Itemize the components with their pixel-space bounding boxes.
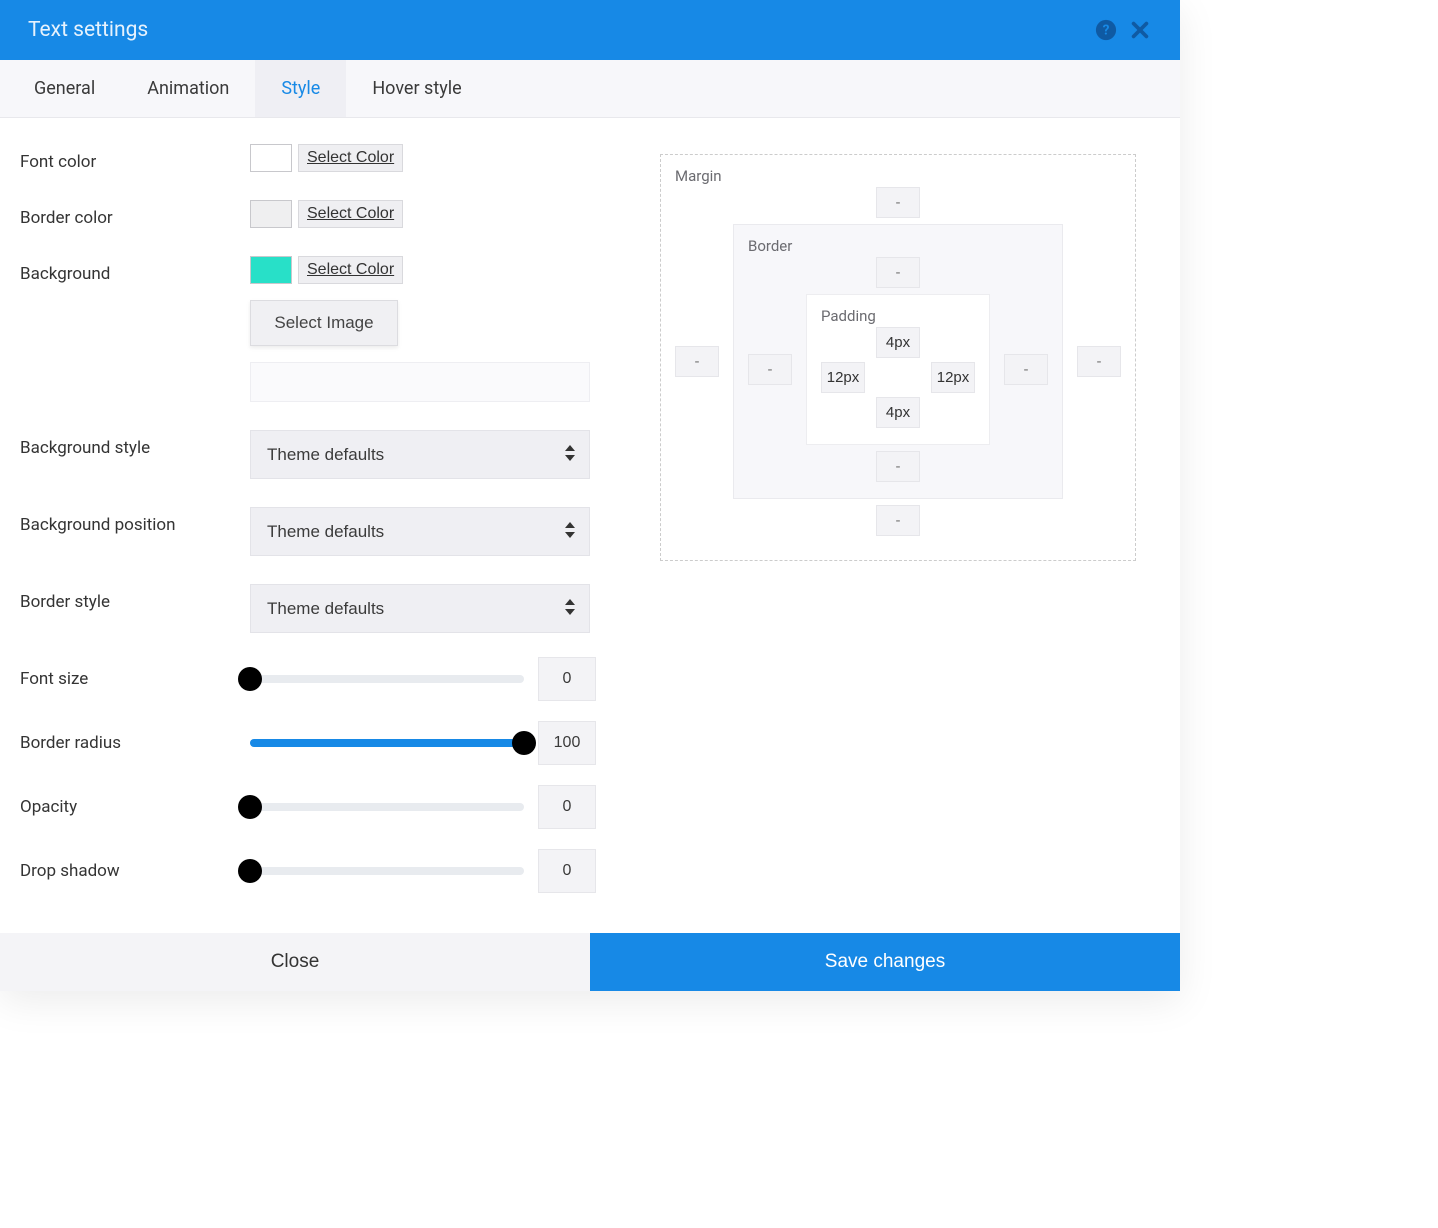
tab-hover-style[interactable]: Hover style bbox=[346, 60, 487, 117]
border-box: Border Padding bbox=[733, 224, 1063, 499]
font-size-slider-thumb[interactable] bbox=[238, 667, 262, 691]
border-style-select-wrap: Theme defaults bbox=[250, 584, 590, 633]
image-preview-placeholder bbox=[250, 362, 590, 402]
background-row: Background Select Color Select Image bbox=[20, 242, 620, 416]
border-bottom-input[interactable] bbox=[876, 451, 920, 482]
background-label: Background bbox=[20, 256, 250, 284]
background-position-label: Background position bbox=[20, 507, 250, 535]
background-style-select-wrap: Theme defaults bbox=[250, 430, 590, 479]
border-top-input[interactable] bbox=[876, 257, 920, 288]
drop-shadow-row: Drop shadow bbox=[20, 839, 620, 903]
padding-box: Padding bbox=[806, 294, 990, 445]
box-model-diagram: Margin Border Paddin bbox=[660, 154, 1136, 561]
border-color-select-button[interactable]: Select Color bbox=[298, 200, 403, 228]
save-button[interactable]: Save changes bbox=[590, 933, 1180, 991]
border-left-input[interactable] bbox=[748, 354, 792, 385]
background-position-select[interactable]: Theme defaults bbox=[250, 507, 590, 556]
border-radius-slider-thumb[interactable] bbox=[512, 731, 536, 755]
tab-style[interactable]: Style bbox=[255, 60, 346, 117]
background-style-label: Background style bbox=[20, 430, 250, 458]
padding-bottom-input[interactable] bbox=[876, 397, 920, 428]
modal-body: Font color Select Color Border color Sel… bbox=[0, 118, 1180, 933]
border-color-row: Border color Select Color bbox=[20, 186, 620, 242]
font-size-value[interactable] bbox=[538, 657, 596, 701]
drop-shadow-value[interactable] bbox=[538, 849, 596, 893]
border-color-swatch[interactable] bbox=[250, 200, 292, 228]
drop-shadow-label: Drop shadow bbox=[20, 861, 236, 881]
opacity-slider-thumb[interactable] bbox=[238, 795, 262, 819]
font-color-label: Font color bbox=[20, 144, 250, 172]
font-color-select-button[interactable]: Select Color bbox=[298, 144, 403, 172]
background-color-swatch[interactable] bbox=[250, 256, 292, 284]
border-radius-slider-fill bbox=[250, 739, 524, 747]
font-size-row: Font size bbox=[20, 647, 620, 711]
border-radius-value[interactable] bbox=[538, 721, 596, 765]
font-color-row: Font color Select Color bbox=[20, 130, 620, 186]
drop-shadow-slider[interactable] bbox=[250, 867, 524, 875]
padding-left-input[interactable] bbox=[821, 362, 865, 393]
background-style-select[interactable]: Theme defaults bbox=[250, 430, 590, 479]
font-size-slider[interactable] bbox=[250, 675, 524, 683]
opacity-slider[interactable] bbox=[250, 803, 524, 811]
border-style-select[interactable]: Theme defaults bbox=[250, 584, 590, 633]
header-icons: ? bbox=[1094, 18, 1152, 42]
background-position-row: Background position Theme defaults bbox=[20, 493, 620, 570]
select-image-button[interactable]: Select Image bbox=[250, 300, 398, 346]
border-radius-slider[interactable] bbox=[250, 739, 524, 747]
text-settings-modal: Text settings ? General Animation Style … bbox=[0, 0, 1180, 991]
tab-general[interactable]: General bbox=[8, 60, 121, 117]
margin-top-input[interactable] bbox=[876, 187, 920, 218]
border-right-input[interactable] bbox=[1004, 354, 1048, 385]
tabs: General Animation Style Hover style bbox=[0, 60, 1180, 118]
padding-label: Padding bbox=[813, 301, 983, 327]
padding-top-input[interactable] bbox=[876, 327, 920, 358]
background-color-select-button[interactable]: Select Color bbox=[298, 256, 403, 284]
right-column: Margin Border Paddin bbox=[660, 130, 1140, 903]
background-style-row: Background style Theme defaults bbox=[20, 416, 620, 493]
margin-label: Margin bbox=[667, 161, 1129, 187]
border-color-label: Border color bbox=[20, 200, 250, 228]
padding-right-input[interactable] bbox=[931, 362, 975, 393]
border-style-label: Border style bbox=[20, 584, 250, 612]
border-radius-label: Border radius bbox=[20, 733, 236, 753]
background-position-select-wrap: Theme defaults bbox=[250, 507, 590, 556]
svg-text:?: ? bbox=[1103, 23, 1110, 39]
font-color-swatch[interactable] bbox=[250, 144, 292, 172]
left-column: Font color Select Color Border color Sel… bbox=[20, 130, 620, 903]
opacity-value[interactable] bbox=[538, 785, 596, 829]
tab-animation[interactable]: Animation bbox=[121, 60, 255, 117]
drop-shadow-slider-thumb[interactable] bbox=[238, 859, 262, 883]
font-size-label: Font size bbox=[20, 669, 236, 689]
modal-header: Text settings ? bbox=[0, 0, 1180, 60]
modal-title: Text settings bbox=[28, 18, 148, 42]
opacity-label: Opacity bbox=[20, 797, 236, 817]
close-button[interactable]: Close bbox=[0, 933, 590, 991]
margin-left-input[interactable] bbox=[675, 346, 719, 377]
margin-bottom-input[interactable] bbox=[876, 505, 920, 536]
modal-footer: Close Save changes bbox=[0, 933, 1180, 991]
margin-right-input[interactable] bbox=[1077, 346, 1121, 377]
help-icon[interactable]: ? bbox=[1094, 18, 1118, 42]
border-style-row: Border style Theme defaults bbox=[20, 570, 620, 647]
opacity-row: Opacity bbox=[20, 775, 620, 839]
border-radius-row: Border radius bbox=[20, 711, 620, 775]
close-icon[interactable] bbox=[1128, 18, 1152, 42]
border-label: Border bbox=[740, 231, 1056, 257]
